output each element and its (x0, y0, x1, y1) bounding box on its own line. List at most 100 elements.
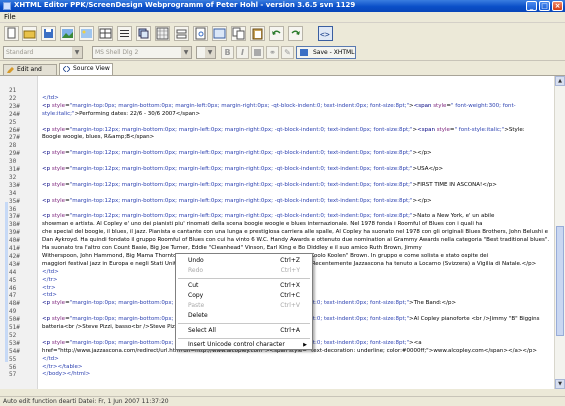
style-combo-value: Standard (6, 49, 34, 56)
undo-shortcut: Ctrl+Z (280, 257, 300, 264)
main-toolbar: <> (0, 24, 565, 43)
code-line: </body></html> (42, 371, 91, 378)
link-icon[interactable]: ⚭ (266, 46, 279, 59)
line-number: 25 (9, 118, 17, 126)
line-number: 50# (9, 316, 20, 324)
menu-item-cut[interactable]: Cut Ctrl+X (176, 281, 312, 291)
svg-text:<>: <> (320, 30, 330, 39)
line-number: 30 (9, 158, 17, 166)
line-number: 37# (9, 213, 20, 221)
paste-icon[interactable] (250, 26, 265, 41)
code-line: <p style="margin-top:12px; margin-bottom… (42, 213, 495, 220)
copy-label: Copy (188, 292, 204, 299)
close-button[interactable]: × (552, 1, 563, 11)
undo-label: Undo (188, 257, 204, 264)
line-number: 35# (9, 197, 20, 205)
redo-label: Redo (188, 267, 204, 274)
form-icon[interactable] (174, 26, 189, 41)
source-code-icon[interactable]: <> (318, 26, 333, 41)
code-line: style:italic;">Performing dates: 22/6 - … (42, 110, 201, 117)
code-line: Dan Aykroyd. Ha quindi fondato il gruppo… (42, 237, 550, 244)
line-number: 32 (9, 173, 17, 181)
copy-shortcut: Ctrl+C (280, 292, 300, 299)
line-number: 45 (9, 276, 17, 284)
code-line: che special del boogie, il blues, il jaz… (42, 229, 549, 236)
chevron-down-icon: ▼ (181, 47, 191, 58)
scroll-up-icon[interactable]: ▲ (555, 76, 565, 86)
preview-icon[interactable] (193, 26, 208, 41)
save-xhtml-label: Save - XHTML (313, 49, 355, 56)
image-icon[interactable] (60, 26, 75, 41)
line-number: 46 (9, 284, 17, 292)
window-title: XHTML Editor PPK/ScreenDesign Webprogram… (14, 1, 356, 9)
submenu-arrow-icon: ▶ (303, 342, 307, 348)
format-toolbar: Standard ▼ MS Shell Dlg 2 ▼ ▼ B I ⚭ ✎ Save… (0, 44, 565, 61)
line-number: 36 (9, 205, 17, 213)
line-number: 44 (9, 268, 17, 276)
delete-label: Delete (188, 312, 208, 319)
save-icon[interactable] (41, 26, 56, 41)
redo-icon[interactable] (288, 26, 303, 41)
code-line: <p style="margin-top:12px; margin-bottom… (42, 181, 497, 188)
grid-icon[interactable] (155, 26, 170, 41)
vertical-scrollbar[interactable]: ▲ ▼ (554, 76, 565, 389)
scroll-thumb[interactable] (556, 226, 564, 336)
line-number: 29# (9, 150, 20, 158)
open-file-icon[interactable] (22, 26, 37, 41)
tab-edit-view[interactable]: Edit and View (3, 64, 57, 83)
maximize-button[interactable]: □ (539, 1, 550, 11)
select-all-shortcut: Ctrl+A (280, 327, 300, 334)
paste-label: Paste (188, 302, 205, 309)
line-number: 43# (9, 260, 20, 268)
list-icon[interactable] (117, 26, 132, 41)
code-line: <p style="margin-top:12px; margin-bottom… (42, 166, 444, 172)
code-line: showman e artista. Al Copley e' uno dei … (42, 221, 483, 228)
menu-separator (178, 278, 310, 279)
bold-button[interactable]: B (221, 46, 234, 59)
scroll-down-icon[interactable]: ▼ (555, 379, 565, 389)
menu-item-delete[interactable]: Delete (176, 311, 312, 321)
style-combo[interactable]: Standard ▼ (3, 46, 83, 59)
fullscreen-icon[interactable] (212, 26, 227, 41)
table-icon[interactable] (98, 26, 113, 41)
line-number: 47 (9, 292, 17, 300)
menu-item-paste[interactable]: Paste Ctrl+V (176, 301, 312, 311)
italic-button[interactable]: I (236, 46, 249, 59)
menu-item-redo[interactable]: Redo Ctrl+Y (176, 266, 312, 276)
line-number: 56 (9, 363, 17, 371)
menu-separator (178, 323, 310, 324)
line-number: 41# (9, 245, 20, 252)
undo-icon[interactable] (269, 26, 284, 41)
font-combo[interactable]: MS Shell Dlg 2 ▼ (92, 46, 192, 59)
font-size-combo[interactable]: ▼ (196, 46, 216, 59)
line-number: 22 (9, 94, 17, 102)
menu-item-insert-unicode[interactable]: Insert Unicode control character ▶ (176, 340, 312, 350)
minimize-button[interactable]: _ (526, 1, 537, 11)
line-number: 49 (9, 308, 17, 316)
save-xhtml-button[interactable]: Save - XHTML (296, 46, 356, 59)
picture-icon[interactable] (79, 26, 94, 41)
line-number: 23# (9, 102, 20, 110)
menu-item-undo[interactable]: Undo Ctrl+Z (176, 256, 312, 266)
chevron-down-icon: ▼ (72, 47, 82, 58)
paste-shortcut: Ctrl+V (280, 302, 300, 309)
edit-icon[interactable]: ✎ (281, 46, 294, 59)
copy-icon[interactable] (231, 26, 246, 41)
menu-file[interactable]: File (4, 13, 16, 21)
cut-label: Cut (188, 282, 199, 289)
tab-source-view[interactable]: Source View (59, 63, 113, 75)
text-color-icon[interactable] (251, 46, 264, 59)
menu-item-copy[interactable]: Copy Ctrl+C (176, 291, 312, 301)
code-icon (63, 66, 70, 72)
line-number: 38# (9, 221, 20, 229)
line-number: 27# (9, 134, 20, 142)
layer-icon[interactable] (136, 26, 151, 41)
line-number: 31# (9, 166, 20, 173)
code-line: Ha suonato tra l'altro con Count Basie, … (42, 245, 422, 251)
view-tabs: Edit and View Source View (0, 62, 565, 83)
insert-unicode-label: Insert Unicode control character (188, 341, 285, 348)
new-file-icon[interactable] (4, 26, 19, 41)
line-number: 48# (9, 300, 20, 308)
line-number: 55 (9, 355, 17, 363)
menu-item-select-all[interactable]: Select All Ctrl+A (176, 326, 312, 336)
